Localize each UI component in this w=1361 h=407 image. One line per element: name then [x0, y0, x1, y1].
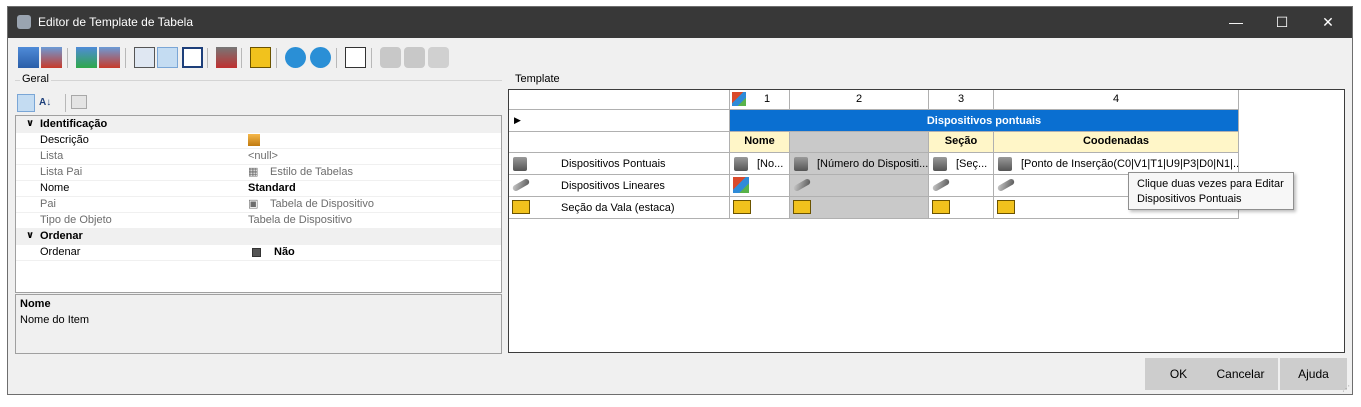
ok-button[interactable]: OK [1145, 358, 1212, 390]
linear-device-icon [511, 177, 531, 193]
resize-grip-icon[interactable]: ⋰ [1342, 384, 1350, 393]
column-header-1[interactable]: 1 [730, 90, 790, 110]
point-device-icon [794, 157, 808, 171]
linear-device-icon [931, 177, 951, 193]
row-selector[interactable]: ▶ [509, 110, 730, 132]
delete-column-icon[interactable] [41, 47, 62, 68]
property-row[interactable]: Lista Pai ▦ Estilo de Tabelas [16, 164, 501, 181]
property-row[interactable]: Nome Standard [16, 180, 501, 197]
grid-lines-icon[interactable] [157, 47, 178, 68]
title-bar: Editor de Template de Tabela — ☐ ✕ [8, 7, 1352, 38]
trench-icon [793, 200, 811, 214]
column-header-4[interactable]: 4 [994, 90, 1239, 110]
general-group-label: Geral [20, 73, 51, 85]
description-text: Nome do Item [20, 314, 90, 326]
linear-device-icon [996, 177, 1016, 193]
row-label-vala[interactable]: Seção da Vala (estaca) [509, 197, 730, 219]
app-icon [17, 15, 31, 29]
point-device-icon [933, 157, 947, 171]
linear-device-icon [792, 177, 812, 193]
trench-icon[interactable] [250, 47, 271, 68]
device-disabled-icon [380, 47, 401, 68]
add-column-icon[interactable] [18, 47, 39, 68]
group-header-cell[interactable]: Dispositivos pontuais [730, 110, 1239, 132]
column-header-2[interactable]: 2 [790, 90, 929, 110]
cancel-button[interactable]: Cancelar [1203, 358, 1278, 390]
help-button[interactable]: Ajuda [1280, 358, 1347, 390]
subheader-empty[interactable] [790, 132, 929, 153]
toolbar [8, 38, 1352, 74]
point-device-icon [998, 157, 1012, 171]
cell-r3-c3[interactable] [929, 197, 994, 219]
description-title: Nome [20, 298, 51, 310]
column-header-3[interactable]: 3 [929, 90, 994, 110]
tooltip: Clique duas vezes para Editar Dispositiv… [1128, 172, 1294, 210]
property-row[interactable]: Tipo de Objeto Tabela de Dispositivo [16, 212, 501, 229]
property-grid-toolbar: A↓ [15, 91, 502, 117]
trench-icon [512, 200, 530, 214]
current-row-arrow-icon: ▶ [514, 115, 521, 125]
template-grid[interactable]: 1 2 3 4 ▶ Dispositivos pontuais Nome Seç… [508, 89, 1345, 353]
property-grid: ∨ Identificação Descrição Lista <null> L… [15, 115, 502, 293]
property-row[interactable]: Descrição [16, 132, 501, 149]
trench-icon [733, 200, 751, 214]
categorized-icon[interactable] [17, 94, 35, 112]
collapse-icon[interactable]: ∨ [26, 228, 34, 244]
row-label-pontuais[interactable]: Dispositivos Pontuais [509, 153, 730, 175]
property-row[interactable]: Lista <null> [16, 148, 501, 165]
text-format-icon[interactable] [134, 47, 155, 68]
device-table-icon: ▣ [248, 198, 259, 210]
row-label-lineares[interactable]: Dispositivos Lineares [509, 175, 730, 197]
export-icon[interactable] [216, 47, 237, 68]
property-key: Descrição [40, 134, 89, 146]
delete-row-icon[interactable] [99, 47, 120, 68]
description-panel: Nome Nome do Item [15, 294, 502, 354]
subheader-secao[interactable]: Seção [929, 132, 994, 153]
merge-cells-icon[interactable] [345, 47, 366, 68]
category-ordenar[interactable]: ∨ Ordenar [16, 228, 501, 245]
table-cube-icon [733, 177, 749, 193]
point-device-icon [513, 157, 527, 171]
move-right-icon[interactable] [310, 47, 331, 68]
move-left-icon[interactable] [285, 47, 306, 68]
cell-r1-c1[interactable]: [No... [730, 153, 790, 175]
property-row[interactable]: Pai ▣ Tabela de Dispositivo [16, 196, 501, 213]
category-identificacao[interactable]: ∨ Identificação [16, 116, 501, 133]
cell-r2-c2[interactable] [790, 175, 929, 197]
filter-disabled-icon [404, 47, 425, 68]
maximize-button[interactable]: ☐ [1259, 7, 1305, 38]
edit-description-icon[interactable] [248, 134, 260, 146]
close-button[interactable]: ✕ [1305, 7, 1351, 38]
order-checkbox[interactable] [252, 248, 261, 257]
subheader-nome[interactable]: Nome [730, 132, 790, 153]
table-cube-icon [732, 92, 746, 106]
cell-r2-c1[interactable] [730, 175, 790, 197]
alphabetical-icon[interactable]: A↓ [39, 94, 57, 112]
pipe-disabled-icon [428, 47, 449, 68]
point-device-icon [734, 157, 748, 171]
cell-r1-c2[interactable]: [Número do Dispositi... [790, 153, 929, 175]
template-group-label: Template [513, 73, 562, 85]
property-pages-icon [71, 95, 87, 109]
trench-icon [932, 200, 950, 214]
subheader-coordenadas[interactable]: Coodenadas [994, 132, 1239, 153]
cell-r1-c3[interactable]: [Seç... [929, 153, 994, 175]
minimize-button[interactable]: — [1213, 7, 1259, 38]
property-row[interactable]: Ordenar Não [16, 244, 501, 261]
window-title: Editor de Template de Tabela [38, 15, 193, 29]
checkbox-icon[interactable] [182, 47, 203, 68]
add-row-icon[interactable] [76, 47, 97, 68]
cell-r3-c2[interactable] [790, 197, 929, 219]
cell-r3-c1[interactable] [730, 197, 790, 219]
cell-r2-c3[interactable] [929, 175, 994, 197]
table-style-icon: ▦ [248, 166, 259, 178]
collapse-icon[interactable]: ∨ [26, 116, 34, 132]
trench-icon [997, 200, 1015, 214]
